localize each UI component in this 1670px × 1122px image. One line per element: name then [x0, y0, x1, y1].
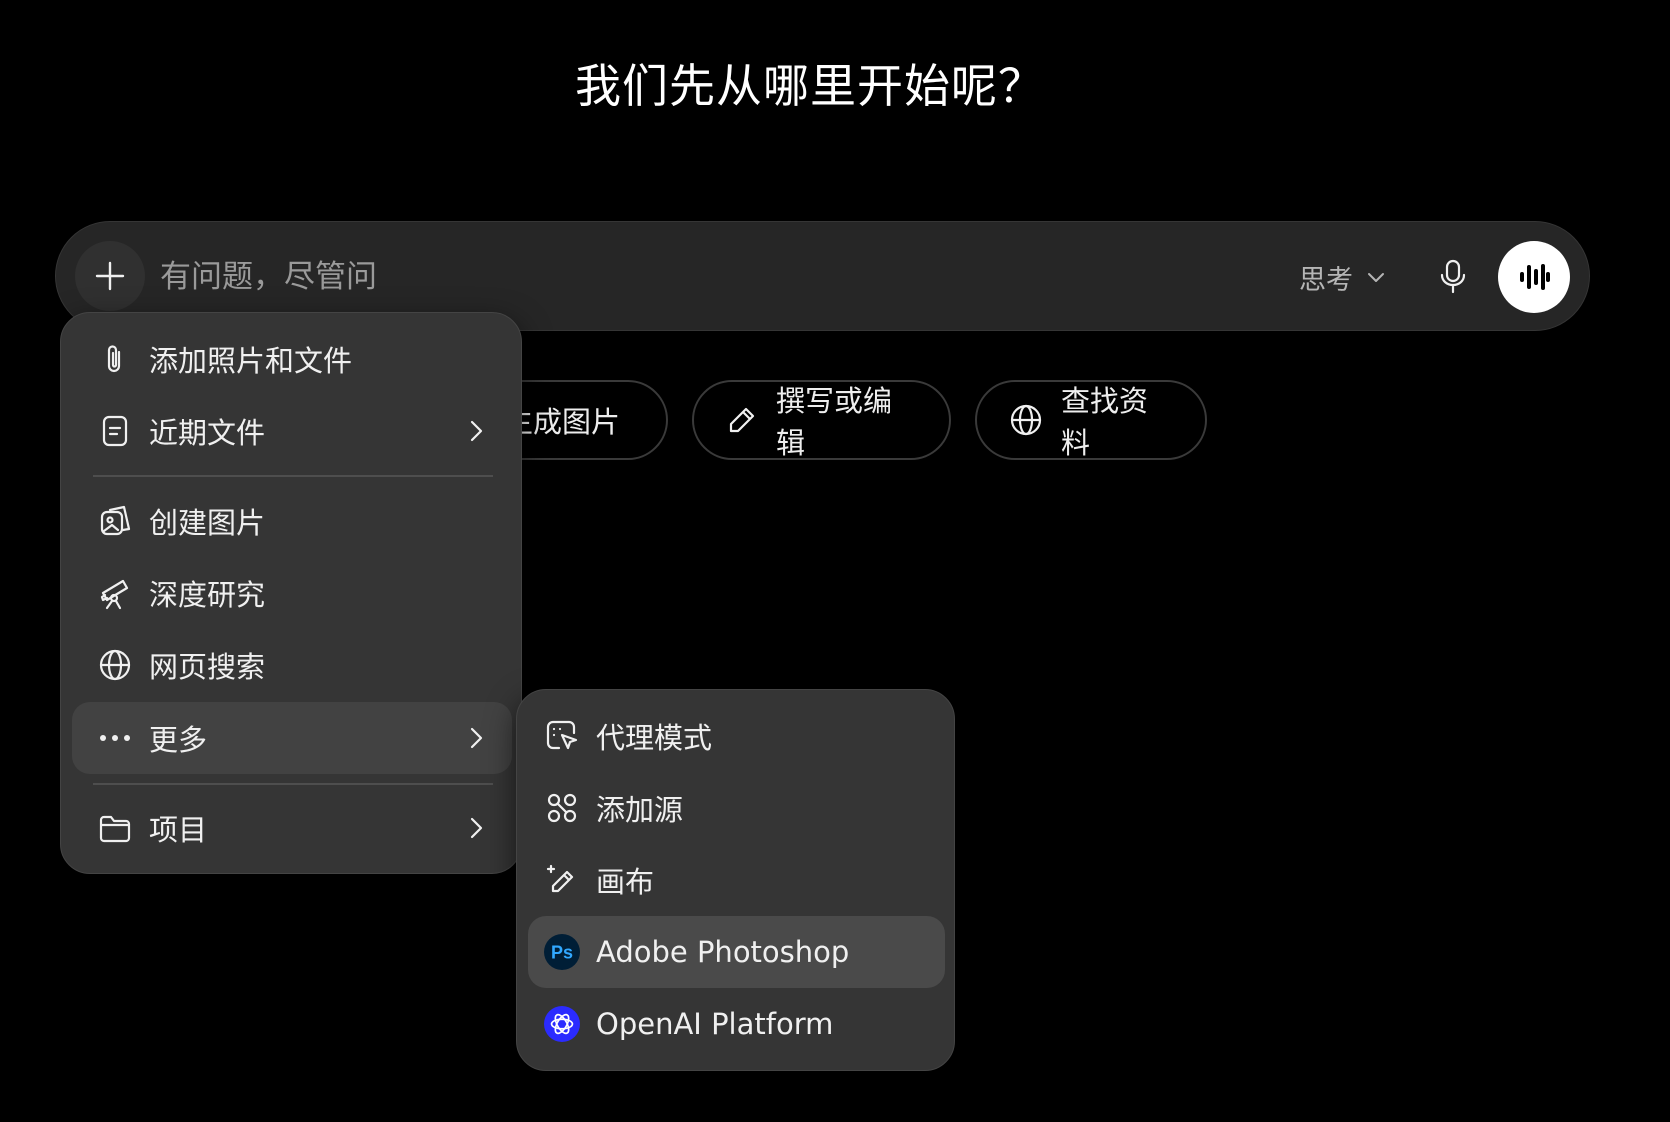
menu-item-label: 网页搜索 — [149, 650, 266, 684]
submenu-item-openai-platform[interactable]: OpenAI Platform — [528, 988, 945, 1060]
svg-text:Ps: Ps — [551, 943, 573, 963]
menu-item-label: 近期文件 — [149, 416, 266, 450]
submenu-item-label: Adobe Photoshop — [596, 935, 850, 969]
more-dots-icon — [97, 720, 133, 756]
globe-icon — [97, 647, 133, 683]
menu-item-web-search[interactable]: 网页搜索 — [72, 629, 512, 701]
menu-divider — [93, 783, 493, 785]
menu-divider — [93, 475, 493, 477]
openai-icon — [544, 1006, 580, 1042]
suggestion-find-info[interactable]: 查找资料 — [975, 380, 1207, 460]
globe-icon — [1009, 403, 1043, 437]
more-submenu: 代理模式 添加源 画布 Ps Adobe Photoshop OpenAI Pl… — [516, 689, 955, 1071]
prompt-input[interactable] — [158, 250, 1062, 304]
attachment-menu: 添加照片和文件 近期文件 创建图片 深度研究 网页搜索 更多 项目 — [60, 312, 522, 874]
telescope-icon — [97, 575, 133, 611]
page: 我们先从哪里开始呢？ 思考 — [0, 0, 1670, 1122]
submenu-item-label: 画布 — [596, 865, 655, 899]
submenu-item-label: 代理模式 — [596, 721, 713, 755]
menu-item-label: 项目 — [149, 813, 208, 847]
menu-item-more[interactable]: 更多 — [72, 702, 512, 774]
create-image-icon — [97, 503, 133, 539]
pencil-icon — [726, 404, 758, 436]
submenu-item-add-sources[interactable]: 添加源 — [528, 772, 945, 844]
submenu-item-label: OpenAI Platform — [596, 1007, 834, 1041]
menu-item-deep-research[interactable]: 深度研究 — [72, 557, 512, 629]
canvas-pencil-icon — [544, 862, 580, 898]
document-icon — [97, 413, 133, 449]
microphone-icon — [1438, 259, 1468, 295]
think-mode-label: 思考 — [1299, 264, 1353, 296]
suggestion-label: 查找资料 — [1061, 384, 1149, 460]
chevron-right-icon — [462, 814, 490, 842]
folder-icon — [97, 810, 133, 846]
menu-item-projects[interactable]: 项目 — [72, 792, 512, 864]
chevron-right-icon — [462, 724, 490, 752]
paperclip-icon — [97, 341, 133, 377]
think-mode-dropdown[interactable]: 思考 — [1299, 255, 1387, 299]
menu-item-add-photos-files[interactable]: 添加照片和文件 — [72, 323, 512, 395]
suggestion-write-or-edit[interactable]: 撰写或编辑 — [692, 380, 951, 460]
agent-cursor-icon — [544, 718, 580, 754]
menu-item-recent-files[interactable]: 近期文件 — [72, 395, 512, 467]
add-attachment-button[interactable] — [75, 241, 145, 311]
suggestion-label: 撰写或编辑 — [776, 384, 893, 460]
menu-item-label: 更多 — [149, 723, 208, 757]
plus-icon — [93, 259, 127, 293]
menu-item-label: 深度研究 — [149, 578, 266, 612]
page-title: 我们先从哪里开始呢？ — [575, 59, 1045, 113]
dictate-button[interactable] — [1426, 250, 1480, 304]
menu-item-create-image[interactable]: 创建图片 — [72, 485, 512, 557]
voice-mode-button[interactable] — [1498, 241, 1570, 313]
photoshop-icon: Ps — [544, 934, 580, 970]
submenu-item-canvas[interactable]: 画布 — [528, 844, 945, 916]
waveform-icon — [1517, 262, 1551, 292]
submenu-item-adobe-photoshop[interactable]: Ps Adobe Photoshop — [528, 916, 945, 988]
submenu-item-label: 添加源 — [596, 793, 684, 827]
submenu-item-agent-mode[interactable]: 代理模式 — [528, 700, 945, 772]
sources-icon — [544, 790, 580, 826]
chevron-down-icon — [1365, 266, 1387, 288]
menu-item-label: 创建图片 — [149, 506, 266, 540]
menu-item-label: 添加照片和文件 — [149, 344, 353, 378]
chevron-right-icon — [462, 417, 490, 445]
